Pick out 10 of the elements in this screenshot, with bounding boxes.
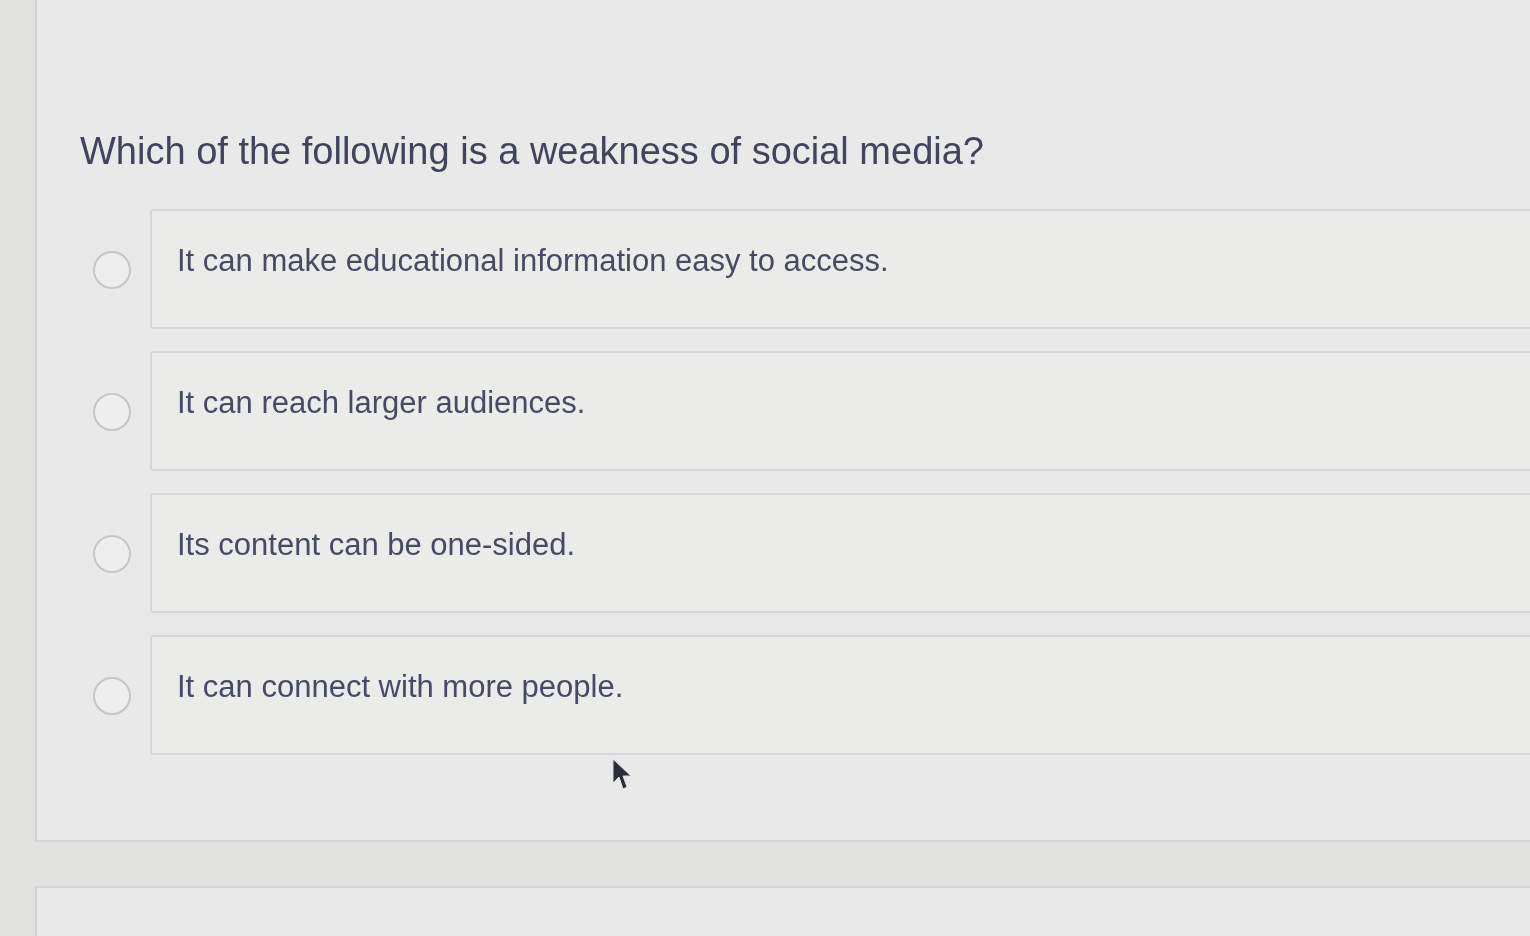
- cursor-icon: [612, 758, 634, 792]
- answer-option[interactable]: It can make educational information easy to access.: [150, 209, 1530, 329]
- answer-option[interactable]: It can connect with more people.: [150, 635, 1530, 755]
- radio-button[interactable]: [93, 535, 131, 573]
- answer-option[interactable]: Its content can be one-sided.: [150, 493, 1530, 613]
- question-text: Which of the following is a weakness of social media?: [80, 130, 984, 173]
- answer-option[interactable]: It can reach larger audiences.: [150, 351, 1530, 471]
- radio-button[interactable]: [93, 677, 131, 715]
- radio-button[interactable]: [93, 251, 131, 289]
- radio-button[interactable]: [93, 393, 131, 431]
